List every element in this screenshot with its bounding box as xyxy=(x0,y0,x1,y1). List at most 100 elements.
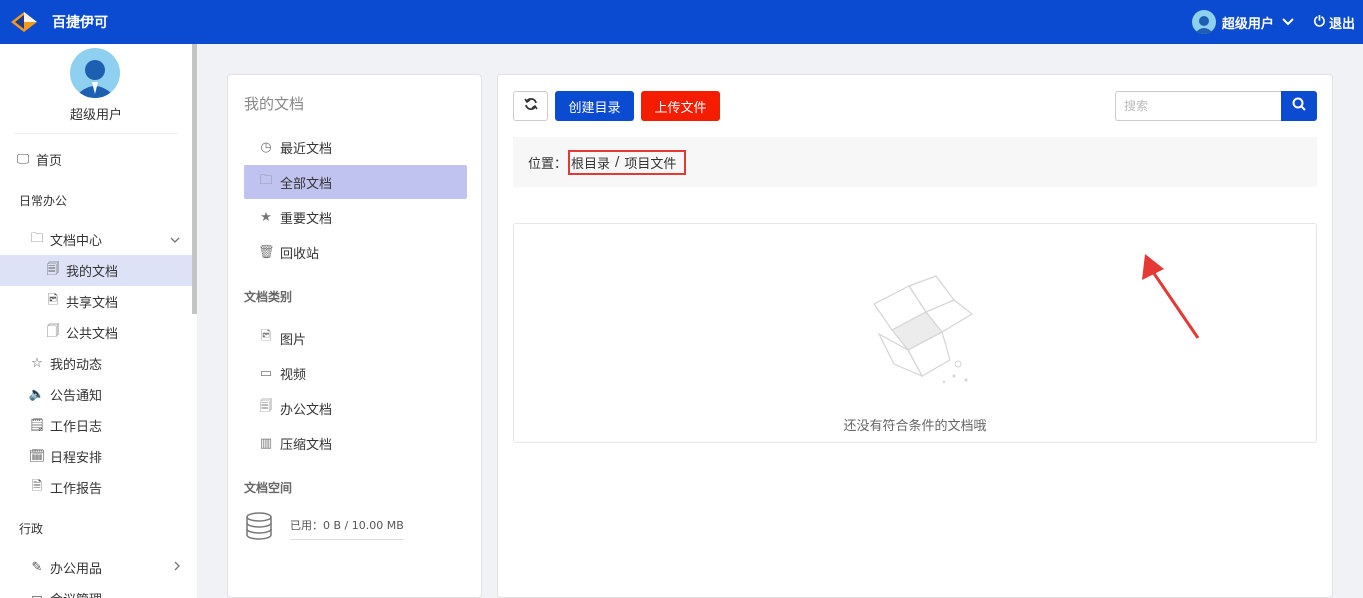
document-icon: 🗐 xyxy=(46,261,60,277)
divider xyxy=(14,133,178,134)
nav-announcements[interactable]: 🔈 公告通知 xyxy=(0,379,192,410)
empty-state-text: 还没有符合条件的文档哦 xyxy=(843,419,987,434)
user-avatar[interactable] xyxy=(1191,10,1216,34)
empty-box-illustration xyxy=(873,275,974,384)
docs-nav-images[interactable]: 🖻 图片 xyxy=(244,321,467,355)
image-icon: 🖻 xyxy=(47,292,59,308)
search-input[interactable] xyxy=(1115,91,1282,121)
meeting-icon: ▭ xyxy=(28,591,46,598)
breadcrumb-separator: / xyxy=(615,154,620,170)
breadcrumb-root[interactable]: 根目录 xyxy=(571,153,610,172)
breadcrumb: 根目录 / 项目文件 xyxy=(568,149,687,175)
profile-name: 超级用户 xyxy=(69,108,122,123)
docs-nav-images-label: 图片 xyxy=(280,332,307,348)
docs-nav-office[interactable]: 🗐 办公文档 xyxy=(244,391,467,425)
nav-schedule[interactable]: 🗓 日程安排 xyxy=(0,441,192,472)
image-icon: 🖻 xyxy=(260,329,272,344)
user-menu-label[interactable]: 超级用户 xyxy=(1222,13,1274,32)
document-icon: 🗐 xyxy=(259,399,273,414)
docs-nav-panel: 我的文档 ◷ 最近文档 🗀 全部文档 ★ 重要文档 🗑 回收站 文档类别 🖻 图… xyxy=(227,74,482,598)
calendar-icon: 🗓 xyxy=(28,449,46,464)
nav-office-supplies[interactable]: ✎ 办公用品 xyxy=(0,552,192,583)
docs-space-title: 文档空间 xyxy=(244,481,293,495)
monitor-icon: 🖵 xyxy=(16,152,30,167)
logout-label: 退出 xyxy=(1328,16,1355,32)
docs-nav-important[interactable]: ★ 重要文档 xyxy=(244,200,467,234)
power-icon: ⏻ xyxy=(1313,14,1325,30)
speaker-icon: 🔈 xyxy=(28,387,46,402)
docs-nav-all[interactable]: 🗀 全部文档 xyxy=(244,165,467,199)
nav-home[interactable]: 🖵 首页 xyxy=(0,144,192,175)
empty-state: 还没有符合条件的文档哦 xyxy=(513,223,1317,443)
nav-my-docs-label: 我的文档 xyxy=(66,265,119,280)
chevron-right-icon xyxy=(174,561,180,574)
logout-button[interactable]: ⏻ 退出 xyxy=(1314,13,1355,32)
star-icon: ★ xyxy=(260,209,272,225)
nav-office-supplies-label: 办公用品 xyxy=(50,562,103,577)
refresh-icon xyxy=(523,97,538,115)
nav-group-admin: 行政 xyxy=(19,522,44,536)
docs-nav-recent-label: 最近文档 xyxy=(280,141,333,157)
app-logo-icon[interactable] xyxy=(8,6,40,38)
clock-icon: ◷ xyxy=(260,139,272,155)
trash-icon: 🗑 xyxy=(258,244,275,260)
nav-my-activity-label: 我的动态 xyxy=(50,358,103,373)
docs-nav-recent[interactable]: ◷ 最近文档 xyxy=(244,130,467,164)
file-browser-panel: 创建目录 上传文件 位置： 根目录 / 项目文件 还没 xyxy=(497,74,1333,598)
nav-announcements-label: 公告通知 xyxy=(50,389,103,404)
archive-icon: ▥ xyxy=(259,435,273,451)
video-icon: ▭ xyxy=(259,365,273,381)
docs-nav-recycle-label: 回收站 xyxy=(280,246,320,262)
location-bar: 位置： 根目录 / 项目文件 xyxy=(513,137,1317,187)
nav-my-docs[interactable]: 🗐 我的文档 xyxy=(0,255,192,286)
nav-public-docs-label: 公共文档 xyxy=(66,327,119,342)
nav-meeting-mgmt[interactable]: ▭ 会议管理 xyxy=(0,583,192,598)
docs-nav-all-label: 全部文档 xyxy=(280,176,333,192)
nav-public-docs[interactable]: 🗍 公共文档 xyxy=(0,317,192,348)
docs-nav-archives[interactable]: ▥ 压缩文档 xyxy=(244,426,467,460)
docs-nav-important-label: 重要文档 xyxy=(280,211,333,227)
search-button[interactable] xyxy=(1281,91,1317,121)
nav-shared-docs[interactable]: 🖻 共享文档 xyxy=(0,286,192,317)
search-icon xyxy=(1292,97,1306,115)
docs-nav-archives-label: 压缩文档 xyxy=(280,437,333,453)
refresh-button[interactable] xyxy=(513,91,548,121)
nav-work-report-label: 工作报告 xyxy=(50,482,103,497)
database-icon xyxy=(244,511,274,545)
storage-usage: 已用：0 B / 10.00 MB xyxy=(244,511,404,545)
docs-nav-videos-label: 视频 xyxy=(280,367,307,383)
location-label: 位置： xyxy=(528,156,568,172)
nav-doc-center[interactable]: 🗀 文档中心 xyxy=(0,224,192,255)
sidebar: 超级用户 🖵 首页 日常办公 🗀 文档中心 🗐 我的文档 🖻 共享文档 🗍 公共… xyxy=(0,44,197,598)
star-icon: ☆ xyxy=(31,356,43,371)
nav-group-office: 日常办公 xyxy=(19,194,68,208)
top-bar: 百捷伊可 超级用户 ⏻ 退出 xyxy=(0,0,1363,44)
nav-work-log[interactable]: 🗒 工作日志 xyxy=(0,410,192,441)
upload-file-button[interactable]: 上传文件 xyxy=(641,91,720,121)
nav-home-label: 首页 xyxy=(36,154,63,169)
chevron-down-icon[interactable] xyxy=(1282,15,1294,29)
nav-meeting-mgmt-label: 会议管理 xyxy=(50,589,102,598)
nav-shared-docs-label: 共享文档 xyxy=(66,296,119,311)
profile-avatar[interactable] xyxy=(70,48,120,98)
nav-work-report[interactable]: 🗎 工作报告 xyxy=(0,472,192,503)
docs-category-title: 文档类别 xyxy=(244,290,293,304)
docs-nav-title: 我的文档 xyxy=(244,95,305,113)
app-title: 百捷伊可 xyxy=(52,15,108,31)
nav-my-activity[interactable]: ☆ 我的动态 xyxy=(0,348,192,379)
docs-nav-recycle[interactable]: 🗑 回收站 xyxy=(244,235,467,269)
docs-nav-videos[interactable]: ▭ 视频 xyxy=(244,356,467,390)
report-icon: 🗎 xyxy=(31,478,43,494)
notebook-icon: 🗒 xyxy=(28,418,46,433)
copy-icon: 🗍 xyxy=(46,323,60,339)
breadcrumb-current[interactable]: 项目文件 xyxy=(624,153,676,172)
edit-icon: ✎ xyxy=(31,560,43,575)
folder-icon: 🗀 xyxy=(259,173,273,188)
docs-nav-office-label: 办公文档 xyxy=(280,402,333,418)
nav-doc-center-label: 文档中心 xyxy=(50,234,103,249)
nav-work-log-label: 工作日志 xyxy=(50,420,103,435)
nav-schedule-label: 日程安排 xyxy=(50,451,103,466)
create-directory-button[interactable]: 创建目录 xyxy=(555,91,634,121)
storage-used-text: 已用：0 B / 10.00 MB xyxy=(290,517,404,540)
chevron-down-icon xyxy=(170,233,180,246)
